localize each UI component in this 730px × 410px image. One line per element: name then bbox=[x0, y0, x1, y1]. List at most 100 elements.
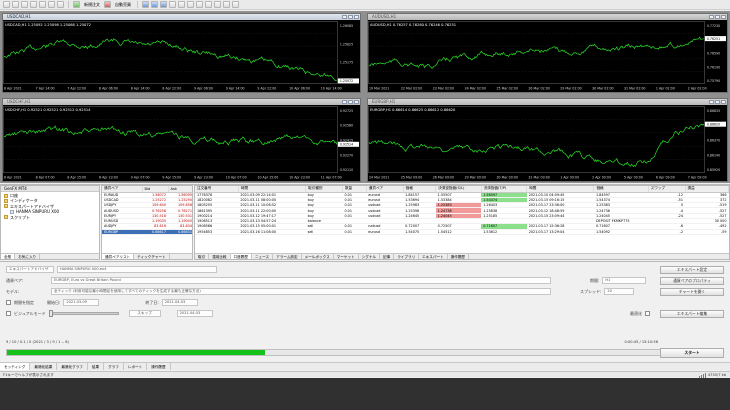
tab-tick-chart[interactable]: ティックチャート bbox=[134, 254, 170, 259]
terminal-tab[interactable]: シグナル bbox=[359, 254, 381, 259]
tab-general[interactable]: 全般 bbox=[1, 254, 16, 259]
autotrade-icon[interactable] bbox=[104, 1, 111, 8]
terminal-tabs: 取引 運用比較 口座履歴 ニュース アラーム設定 メールボックス マーケット シグナル 記事 ライ… bbox=[195, 253, 729, 259]
chart-shift-icon[interactable] bbox=[205, 1, 212, 8]
close-icon[interactable] bbox=[721, 15, 726, 19]
period-select[interactable]: H1 bbox=[602, 277, 647, 284]
terminal-tab[interactable]: 取引 bbox=[195, 254, 210, 259]
chart-window-usdchf[interactable]: USDCHF,H1 USDCHF,H1 0.92521 0.92521 0.92… bbox=[2, 98, 361, 182]
y-tick-label: 0.92110 bbox=[340, 168, 353, 172]
tester-tab[interactable]: セッティング bbox=[0, 363, 31, 370]
terminal-tab[interactable]: 口座履歴 bbox=[230, 254, 252, 259]
periods-icon[interactable] bbox=[223, 1, 230, 8]
tab-favorites[interactable]: お気に入り bbox=[15, 254, 41, 259]
market-watch-row[interactable]: EURGBP 0.86617 0.86631 bbox=[102, 229, 192, 235]
terminal-tab[interactable]: 記事 bbox=[380, 254, 395, 259]
minimize-icon[interactable] bbox=[342, 100, 347, 104]
currency-select[interactable]: EURGBP, Euro vs Great Britain Pound bbox=[51, 277, 551, 284]
close-icon[interactable] bbox=[354, 15, 359, 19]
chart-canvas[interactable]: AUDUSD,H1 0.76257 0.76260 0.76246 0.7625… bbox=[368, 20, 727, 92]
x-tick-label: 31 Mar 02:00 bbox=[624, 87, 645, 91]
maximize-icon[interactable] bbox=[348, 15, 353, 19]
tile-windows-icon[interactable] bbox=[187, 1, 194, 8]
terminal-tab[interactable]: アラーム設定 bbox=[273, 254, 302, 259]
model-select[interactable]: 全ティック (利用可能な最小時間足を使用してすべてのティックを生成する最も正確な… bbox=[51, 288, 551, 295]
status-help-text: F1キーでヘルプが表示されます bbox=[3, 373, 54, 377]
x-tick-label: 24 Mar 02:00 bbox=[465, 87, 486, 91]
chart-canvas[interactable]: EURGBP,H1 0.86614 0.86625 0.86612 0.8662… bbox=[368, 105, 727, 181]
x-tick-label: 31 Mar 09:00 bbox=[528, 176, 549, 180]
tester-tab[interactable]: 最適化結果 bbox=[30, 363, 58, 370]
skip-button[interactable]: スキップ bbox=[128, 310, 161, 317]
new-chart-icon[interactable] bbox=[3, 1, 10, 8]
maximize-icon[interactable] bbox=[715, 15, 720, 19]
ea-select[interactable]: HANMA SINPURU X00.ex4 bbox=[57, 266, 217, 273]
chart-canvas[interactable]: USDCAD,H1 1.25092 1.25098 1.25068 1.2507… bbox=[3, 20, 360, 92]
symbol-properties-button[interactable]: 通貨ペアのプロパティ bbox=[660, 277, 724, 285]
neworder-button[interactable]: 新規注文 bbox=[82, 2, 102, 8]
history-row[interactable]: 1954853 2021.03.16 11:08:00 sell 0.01 eurusd… bbox=[195, 229, 729, 235]
expert-properties-button[interactable]: エキスパート設定 bbox=[660, 266, 724, 274]
profiles-icon[interactable] bbox=[12, 1, 19, 8]
optimize-checkbox[interactable] bbox=[645, 311, 650, 316]
minimize-icon[interactable] bbox=[709, 15, 714, 19]
autoscroll-icon[interactable] bbox=[196, 1, 203, 8]
neworder-icon[interactable] bbox=[73, 1, 80, 8]
tester-tab[interactable]: レポート bbox=[124, 363, 148, 370]
maximize-icon[interactable] bbox=[348, 100, 353, 104]
terminal-tab[interactable]: 操作履歴 bbox=[448, 254, 470, 259]
autotrade-button[interactable]: 自動売買 bbox=[113, 2, 133, 8]
terminal-tab[interactable]: ライブラリ bbox=[394, 254, 420, 259]
zoom-out-icon[interactable] bbox=[178, 1, 185, 8]
plot-frame bbox=[3, 105, 338, 173]
y-tick-label: 0.76190 bbox=[707, 65, 720, 69]
x-tick-label: 6 Apr 09:00 bbox=[656, 176, 675, 180]
skip-date-input[interactable]: 2021.04.03 bbox=[176, 310, 213, 317]
start-button[interactable]: スタート bbox=[660, 348, 724, 358]
tester-tab[interactable]: 結果 bbox=[88, 363, 105, 370]
tree-item-scripts[interactable]: スクリプト bbox=[4, 215, 96, 220]
chart-canvas[interactable]: USDCHF,H1 0.92521 0.92521 0.92512 0.9251… bbox=[3, 105, 360, 181]
tab-symbols[interactable]: 通貨ペアリスト bbox=[102, 254, 135, 259]
terminal-tab[interactable]: メールボックス bbox=[302, 254, 334, 259]
line-chart-icon[interactable] bbox=[160, 1, 167, 8]
indicators-icon[interactable] bbox=[214, 1, 221, 8]
tester-icon[interactable] bbox=[57, 1, 64, 8]
tester-type-select[interactable]: エキスパートアドバイザ bbox=[6, 266, 54, 273]
visual-mode-checkbox[interactable] bbox=[6, 311, 11, 316]
date-label: 期間を指定 bbox=[14, 299, 34, 305]
use-date-checkbox[interactable] bbox=[6, 300, 11, 305]
terminal-icon[interactable] bbox=[48, 1, 55, 8]
chart-window-usdcad[interactable]: USDCAD,H1 USDCAD,H1 1.25092 1.25098 1.25… bbox=[2, 13, 361, 93]
minimize-icon[interactable] bbox=[709, 100, 714, 104]
chart-window-audusd[interactable]: AUDUSD,H1 AUDUSD,H1 0.76257 0.76260 0.76… bbox=[367, 13, 728, 93]
maximize-icon[interactable] bbox=[715, 100, 720, 104]
modify-expert-button[interactable]: エキスパート編集 bbox=[660, 310, 724, 318]
templates-icon[interactable] bbox=[232, 1, 239, 8]
spread-input[interactable]: 20 bbox=[604, 288, 635, 295]
market-watch-icon[interactable] bbox=[21, 1, 28, 8]
folder-icon bbox=[4, 193, 8, 198]
date-to-input[interactable]: 2021.04.03 bbox=[161, 299, 198, 306]
terminal-tab[interactable]: 運用比較 bbox=[209, 254, 231, 259]
close-icon[interactable] bbox=[354, 100, 359, 104]
close-icon[interactable] bbox=[721, 100, 726, 104]
visual-speed-slider[interactable] bbox=[48, 310, 119, 317]
tester-tab[interactable]: 最適化グラフ bbox=[57, 363, 88, 370]
navigator-icon[interactable] bbox=[39, 1, 46, 8]
chart-window-eurgbp[interactable]: EURGBP,H1 EURGBP,H1 0.86614 0.86625 0.86… bbox=[367, 98, 728, 182]
tester-tab[interactable]: グラフ bbox=[104, 363, 124, 370]
open-chart-button[interactable]: チャートを開く bbox=[660, 288, 724, 296]
tester-tabs: セッティング 最適化結果 最適化グラフ 結果 グラフ レポート 操作履歴 bbox=[0, 362, 730, 370]
terminal-tab[interactable]: エキスパート bbox=[419, 254, 448, 259]
candle-chart-icon[interactable] bbox=[151, 1, 158, 8]
bar-chart-icon[interactable] bbox=[142, 1, 149, 8]
date-from-input[interactable]: 2021.03.09 bbox=[63, 299, 100, 306]
data-window-icon[interactable] bbox=[30, 1, 37, 8]
terminal-tab[interactable]: マーケット bbox=[334, 254, 359, 259]
minimize-icon[interactable] bbox=[342, 15, 347, 19]
tester-tab[interactable]: 操作履歴 bbox=[147, 363, 171, 370]
zoom-in-icon[interactable] bbox=[169, 1, 176, 8]
terminal-tab[interactable]: ニュース bbox=[252, 254, 274, 259]
slider-handle[interactable] bbox=[48, 310, 53, 317]
